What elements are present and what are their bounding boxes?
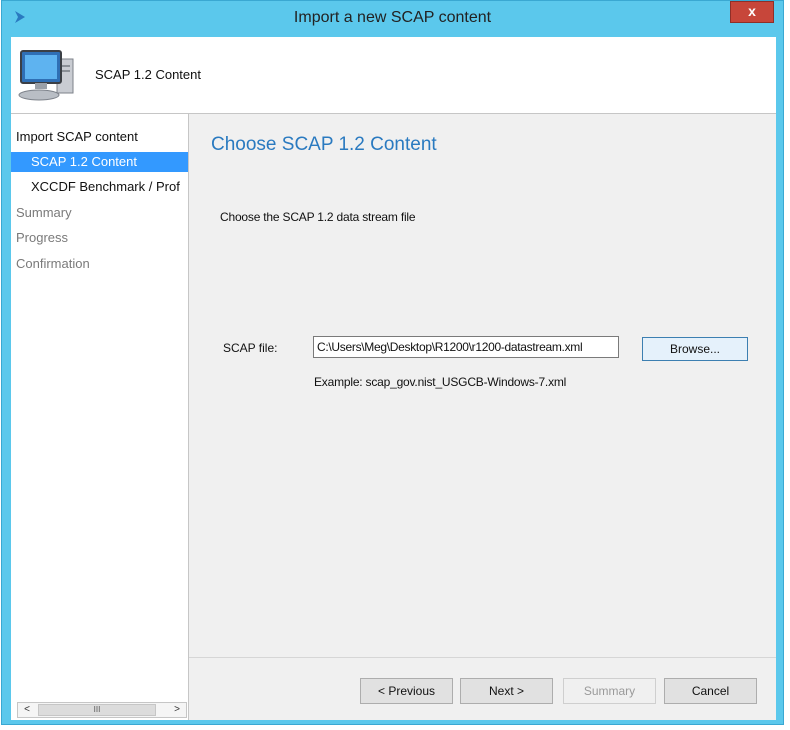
nav-item-scap-1-2-content[interactable]: SCAP 1.2 Content <box>11 152 188 172</box>
nav-item-xccdf-benchmark[interactable]: XCCDF Benchmark / Prof <box>31 177 180 197</box>
summary-button[interactable]: Summary <box>563 678 656 704</box>
computer-icon <box>18 50 74 101</box>
dialog-client-area: SCAP 1.2 Content Import SCAP content SCA… <box>11 37 776 720</box>
scroll-left-icon[interactable]: < <box>20 703 34 717</box>
example-text: Example: scap_gov.nist_USGCB-Windows-7.x… <box>314 375 567 389</box>
scap-file-input[interactable] <box>313 336 619 358</box>
header-title: SCAP 1.2 Content <box>95 67 201 82</box>
previous-button[interactable]: < Previous <box>360 678 453 704</box>
window-title: Import a new SCAP content <box>293 9 492 26</box>
nav-item-import-scap-content[interactable]: Import SCAP content <box>16 127 138 147</box>
next-button[interactable]: Next > <box>460 678 553 704</box>
browse-button[interactable]: Browse... <box>642 337 748 361</box>
nav-item-progress[interactable]: Progress <box>16 228 68 248</box>
nav-item-confirmation[interactable]: Confirmation <box>16 254 90 274</box>
nav-item-summary[interactable]: Summary <box>16 203 72 223</box>
sidebar-horizontal-scrollbar[interactable]: < III > <box>17 702 187 718</box>
wizard-navigation: Import SCAP content SCAP 1.2 Content XCC… <box>11 114 189 720</box>
title-bar[interactable]: Import a new SCAP content x <box>2 1 783 37</box>
page-title: Choose SCAP 1.2 Content <box>211 134 437 155</box>
scroll-right-icon[interactable]: > <box>170 703 184 717</box>
scap-file-label: SCAP file: <box>223 341 278 355</box>
dialog-window: Import a new SCAP content x SCAP 1.2 Con… <box>1 0 784 725</box>
wizard-header: SCAP 1.2 Content <box>11 37 776 113</box>
close-button[interactable]: x <box>730 1 774 23</box>
scroll-thumb[interactable]: III <box>38 704 156 716</box>
footer-divider <box>189 657 776 658</box>
wizard-content: Choose SCAP 1.2 Content Choose the SCAP … <box>189 114 776 720</box>
instruction-text: Choose the SCAP 1.2 data stream file <box>220 210 416 224</box>
cancel-button[interactable]: Cancel <box>664 678 757 704</box>
